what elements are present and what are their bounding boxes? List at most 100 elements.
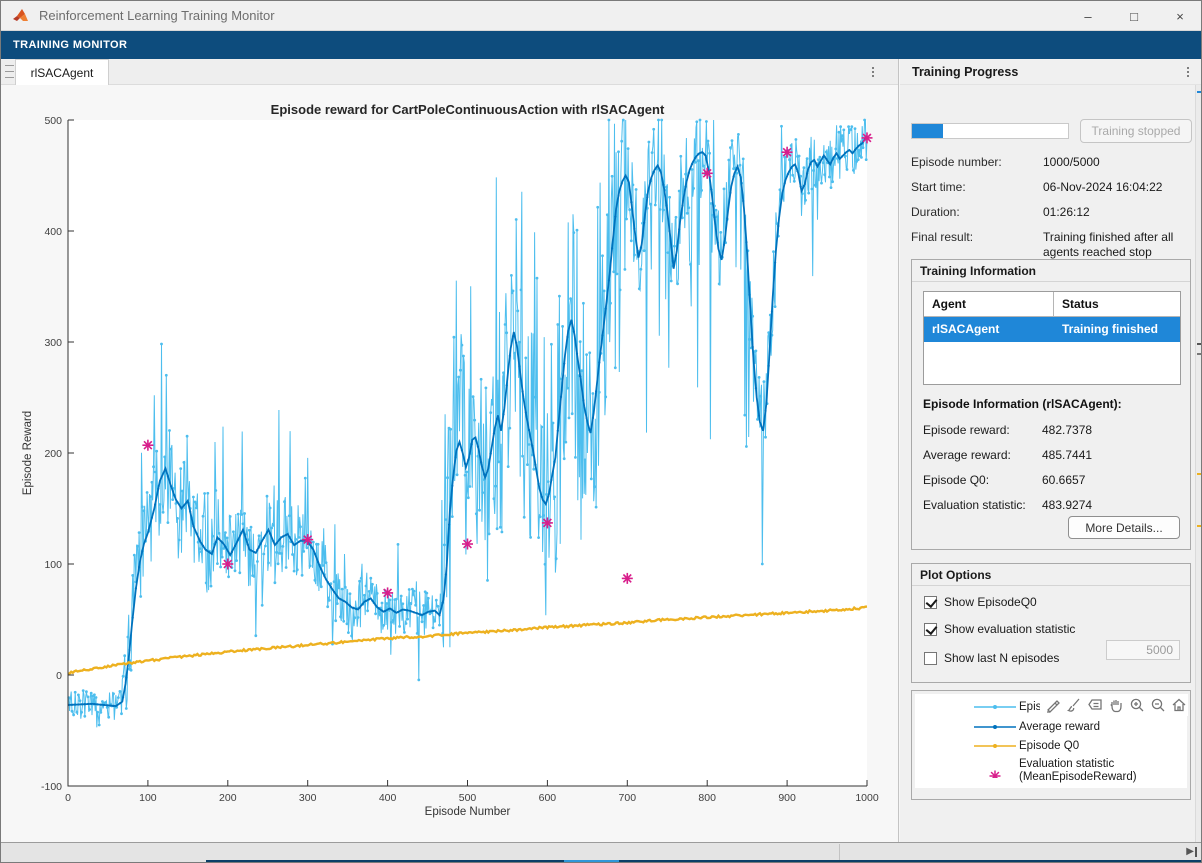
evaluation-statistic-label: Evaluation statistic: — [923, 498, 1026, 512]
duration-value: 01:26:12 — [1043, 205, 1193, 220]
panel-options-icon[interactable] — [1181, 63, 1195, 81]
table-header-row: Agent Status — [924, 292, 1180, 317]
duration-label: Duration: — [911, 205, 960, 219]
agent-column-header: Agent — [924, 292, 1054, 316]
zoom-out-icon[interactable] — [1149, 696, 1167, 714]
episode-q0-row: Episode Q0: 60.6657 — [923, 473, 1183, 487]
y-tick-label: 0 — [56, 670, 62, 682]
episode-q0-label: Episode Q0: — [923, 473, 989, 487]
evaluation-statistic-marker — [142, 440, 153, 451]
title-bar: Reinforcement Learning Training Monitor … — [1, 1, 1202, 31]
status-cell: Training finished — [1054, 317, 1180, 342]
episode-q0-swatch — [974, 739, 1016, 753]
evaluation-statistic-marker — [462, 539, 473, 550]
show-evaluation-label: Show evaluation statistic — [944, 622, 1075, 636]
scroll-right-icon[interactable]: ▶ — [1186, 846, 1197, 857]
start-time-label: Start time: — [911, 180, 966, 194]
x-tick-label: 600 — [539, 792, 557, 804]
y-tick-label: -100 — [41, 781, 62, 793]
window-title: Reinforcement Learning Training Monitor — [39, 8, 275, 23]
x-tick-label: 400 — [379, 792, 397, 804]
evaluation-statistic-value: 483.9274 — [1042, 498, 1092, 512]
evaluation-statistic-swatch — [974, 764, 1016, 778]
evaluation-statistic-marker — [782, 147, 793, 158]
export-icon[interactable] — [1044, 696, 1062, 714]
close-button[interactable]: × — [1157, 1, 1202, 31]
tab-training-monitor[interactable]: TRAINING MONITOR — [1, 39, 139, 51]
legend-average-reward[interactable]: Average reward — [915, 720, 1187, 734]
table-row[interactable]: rlSACAgent Training finished — [924, 317, 1180, 342]
x-tick-label: 1000 — [855, 792, 879, 804]
episode-information-title: Episode Information (rlSACAgent): — [923, 397, 1122, 411]
show-episodeq0-checkbox[interactable] — [924, 596, 937, 609]
last-n-episodes-input[interactable] — [1106, 640, 1180, 660]
episode-reward-chart[interactable]: -100010020030040050001002003004005006007… — [1, 85, 898, 842]
show-last-n-checkbox[interactable] — [924, 652, 937, 665]
x-tick-label: 200 — [219, 792, 237, 804]
axes-toolbar — [1040, 694, 1188, 716]
brush-icon[interactable] — [1065, 696, 1083, 714]
panel-scrollbar[interactable] — [1195, 85, 1202, 842]
training-progress-bar — [911, 123, 1069, 139]
chart-title: Episode reward for CartPoleContinuousAct… — [271, 102, 665, 117]
datatips-icon[interactable] — [1086, 696, 1104, 714]
y-tick-label: 400 — [44, 226, 62, 238]
x-tick-label: 900 — [778, 792, 796, 804]
status-bar: ▶ — [1, 842, 1202, 860]
restore-view-icon[interactable] — [1170, 696, 1188, 714]
pan-icon[interactable] — [1107, 696, 1125, 714]
plot-options-title: Plot Options — [912, 564, 1190, 586]
training-information-title: Training Information — [912, 260, 1190, 282]
panel-header: Training Progress — [900, 59, 1202, 85]
episode-reward-label: Episode reward: — [923, 423, 1010, 437]
show-episodeq0-option[interactable]: Show EpisodeQ0 — [924, 595, 1037, 609]
evaluation-statistic-marker — [222, 559, 233, 570]
x-tick-label: 0 — [65, 792, 71, 804]
training-progress-panel: Training Progress Training stopped Episo… — [900, 59, 1202, 842]
episode-q0-value: 60.6657 — [1042, 473, 1085, 487]
y-tick-label: 500 — [44, 115, 62, 127]
document-tab-bar: rlSACAgent — [1, 59, 898, 85]
evaluation-statistic-marker — [302, 534, 313, 545]
agent-status-table[interactable]: Agent Status rlSACAgent Training finishe… — [923, 291, 1181, 385]
minimize-button[interactable]: – — [1065, 1, 1111, 31]
evaluation-statistic-marker — [622, 573, 633, 584]
status-column-header: Status — [1054, 292, 1180, 316]
x-axis-label: Episode Number — [425, 806, 511, 818]
y-tick-label: 100 — [44, 559, 62, 571]
average-reward-swatch — [974, 720, 1016, 734]
evaluation-statistic-row: Evaluation statistic: 483.9274 — [923, 498, 1183, 512]
toolstrip: TRAINING MONITOR — [1, 31, 1202, 59]
x-tick-label: 800 — [698, 792, 716, 804]
drag-grip-icon[interactable] — [5, 65, 14, 78]
evaluation-statistic-marker — [382, 587, 393, 598]
legend-episode-q0-label: Episode Q0 — [1019, 740, 1179, 753]
average-reward-label: Average reward: — [923, 448, 1011, 462]
training-chart: -100010020030040050001002003004005006007… — [1, 85, 898, 842]
episode-reward-value: 482.7378 — [1042, 423, 1092, 437]
episode-reward-swatch — [974, 700, 1016, 714]
start-time-value: 06-Nov-2024 16:04:22 — [1043, 180, 1193, 195]
figure-pane: rlSACAgent -1000100200300400500010020030… — [1, 59, 899, 842]
y-tick-label: 300 — [44, 337, 62, 349]
legend-evaluation-statistic[interactable]: Evaluation statistic (MeanEpisodeReward) — [915, 757, 1187, 785]
y-axis-label: Episode Reward — [22, 411, 34, 495]
tab-rlsacagent[interactable]: rlSACAgent — [15, 59, 109, 85]
plot-options-box: Plot Options Show EpisodeQ0 Show evaluat… — [911, 563, 1191, 683]
show-last-n-label: Show last N episodes — [944, 651, 1059, 665]
agent-cell: rlSACAgent — [924, 317, 1054, 342]
maximize-button[interactable]: □ — [1111, 1, 1157, 31]
show-evaluation-checkbox[interactable] — [924, 623, 937, 636]
training-stopped-button[interactable]: Training stopped — [1080, 119, 1192, 143]
legend-box: Episode reward Average reward Episode Q0… — [911, 690, 1191, 800]
tab-options-icon[interactable] — [866, 63, 880, 81]
more-details-button[interactable]: More Details... — [1068, 516, 1180, 539]
final-result-label: Final result: — [911, 230, 973, 244]
app-window: Reinforcement Learning Training Monitor … — [0, 0, 1202, 863]
show-last-n-option[interactable]: Show last N episodes — [924, 651, 1059, 665]
zoom-in-icon[interactable] — [1128, 696, 1146, 714]
y-tick-label: 200 — [44, 448, 62, 460]
legend-average-reward-label: Average reward — [1019, 721, 1179, 734]
show-evaluation-option[interactable]: Show evaluation statistic — [924, 622, 1075, 636]
legend-episode-q0[interactable]: Episode Q0 — [915, 739, 1187, 753]
